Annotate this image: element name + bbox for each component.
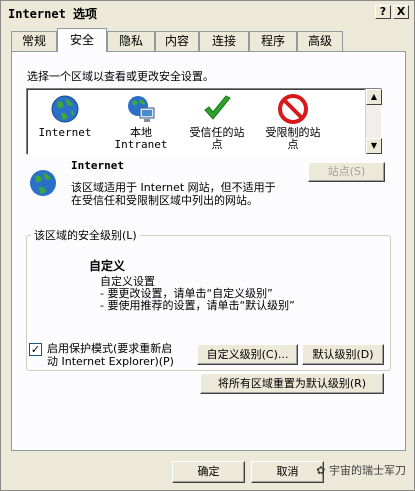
sites-button[interactable]: 站点(S) [308, 162, 385, 182]
custom-level-button[interactable]: 自定义级别(C)... [197, 344, 298, 365]
selected-zone-globe-icon [30, 170, 56, 196]
zone-list-scrollbar[interactable]: ▲ ▼ [365, 89, 382, 154]
ok-button[interactable]: 确定 [172, 461, 245, 483]
selected-zone-desc-2: 在受信任和受限制区域中列出的网站。 [71, 194, 258, 207]
zone-trusted-sites[interactable]: 受信任的站 点 [181, 93, 253, 151]
tab-programs[interactable]: 程序 [249, 31, 297, 51]
internet-options-dialog: Internet 选项 ? X 常规 安全 隐私 内容 连接 程序 高级 选择一… [0, 0, 415, 491]
tab-content[interactable]: 内容 [155, 31, 199, 51]
default-level-button[interactable]: 默认级别(D) [302, 344, 384, 365]
protected-mode-label-2: 动 Internet Explorer)(P) [47, 355, 174, 368]
zone-trusted-sites-label2: 点 [211, 138, 223, 151]
tab-security[interactable]: 安全 [57, 28, 107, 52]
tab-general[interactable]: 常规 [11, 31, 57, 51]
zone-internet[interactable]: Internet [29, 93, 101, 139]
help-button[interactable]: ? [375, 5, 391, 19]
zone-list[interactable]: Internet 本地 Intranet 受信任的站 点 受限制的站 点 ▲ ▼ [26, 88, 382, 155]
security-level-group-title: 该区域的安全级别(L) [31, 227, 140, 243]
security-level-name: 自定义 [89, 259, 126, 273]
protected-mode-checkbox[interactable]: ✓ [29, 343, 42, 356]
custom-hint-2: - 要使用推荐的设置，请单击“默认级别” [100, 299, 295, 312]
tab-connections[interactable]: 连接 [199, 31, 249, 51]
cancel-button[interactable]: 取消 [251, 461, 324, 483]
zone-restricted-sites[interactable]: 受限制的站 点 [257, 93, 329, 151]
protected-mode-label-1: 启用保护模式(要求重新启 [47, 342, 173, 355]
zone-local-intranet[interactable]: 本地 Intranet [105, 93, 177, 151]
selected-zone-title: Internet [71, 159, 124, 172]
checkmark-icon [204, 95, 231, 120]
globe-icon [51, 95, 79, 123]
zone-internet-label: Internet [38, 126, 92, 139]
restricted-icon [278, 94, 308, 124]
scroll-down-icon[interactable]: ▼ [366, 138, 382, 154]
window-title: Internet 选项 [8, 7, 98, 21]
wechat-icon: ✿ [316, 464, 326, 477]
intranet-icon [128, 96, 155, 122]
scroll-up-icon[interactable]: ▲ [366, 89, 382, 105]
zone-restricted-sites-label2: 点 [287, 138, 299, 151]
watermark-text: 宇宙的瑞士军刀 [329, 464, 406, 477]
watermark: ✿ 宇宙的瑞士军刀 [316, 462, 406, 478]
reset-all-zones-button[interactable]: 将所有区域重置为默认级别(R) [200, 373, 384, 394]
zone-instruction: 选择一个区域以查看或更改安全设置。 [27, 70, 214, 83]
tab-advanced[interactable]: 高级 [297, 31, 343, 51]
tab-privacy[interactable]: 隐私 [107, 31, 155, 51]
title-bar: Internet 选项 ? X [2, 2, 413, 22]
protected-mode-label[interactable]: 启用保护模式(要求重新启 动 Internet Explorer)(P) [47, 342, 174, 368]
close-button[interactable]: X [393, 5, 409, 19]
zone-local-intranet-label2: Intranet [114, 138, 168, 151]
